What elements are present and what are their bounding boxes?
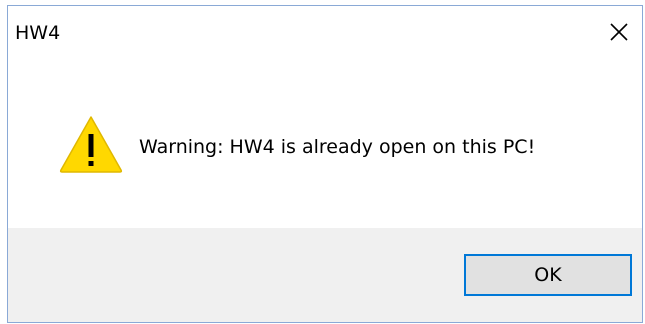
button-bar: OK [8,228,642,322]
ok-button[interactable]: OK [464,254,632,296]
warning-icon [59,116,123,173]
message-dialog: HW4 Warning: HW4 is already open on this… [7,5,643,323]
title-bar: HW4 [8,6,642,58]
dialog-content: Warning: HW4 is already open on this PC! [8,58,642,228]
close-button[interactable] [596,6,642,58]
window-title: HW4 [15,22,61,44]
close-icon [610,23,628,41]
warning-message: Warning: HW4 is already open on this PC! [139,136,536,158]
